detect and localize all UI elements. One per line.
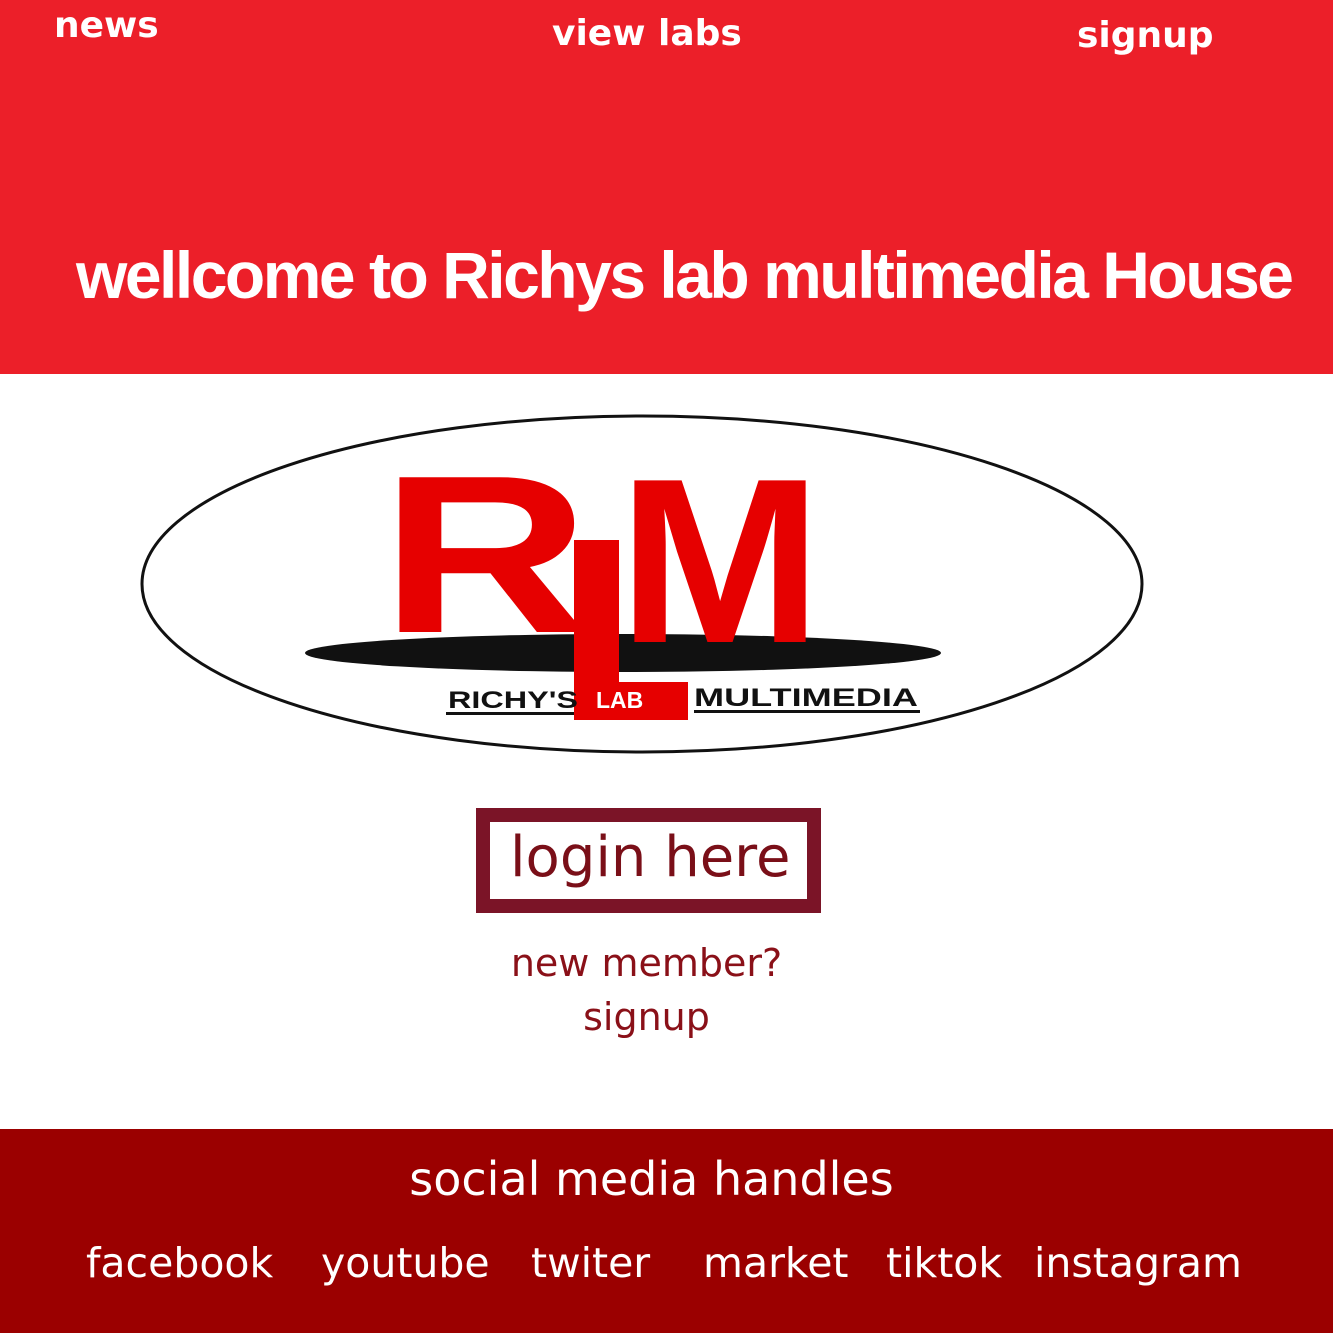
logo-multimedia-underline — [694, 710, 920, 713]
nav-news-link[interactable]: news — [54, 8, 159, 44]
header-banner: news view labs signup wellcome to Richys… — [0, 0, 1333, 374]
logo-richys-text: RICHY'S — [448, 687, 578, 714]
logo-letter-m: M — [618, 429, 822, 692]
signup-link[interactable]: signup — [0, 998, 1293, 1036]
nav-view-labs-link[interactable]: view labs — [552, 16, 742, 52]
social-link-market[interactable]: market — [703, 1243, 849, 1284]
login-button[interactable]: login here — [476, 808, 821, 913]
social-link-facebook[interactable]: facebook — [86, 1243, 273, 1284]
logo-richys-underline — [446, 712, 574, 715]
footer: social media handles facebook youtube tw… — [0, 1129, 1333, 1333]
social-link-twiter[interactable]: twiter — [531, 1243, 650, 1284]
social-link-instagram[interactable]: instagram — [1034, 1243, 1242, 1284]
social-link-tiktok[interactable]: tiktok — [886, 1243, 1002, 1284]
logo-letter-r: R — [380, 428, 590, 680]
new-member-prompt: new member? — [510, 941, 783, 985]
nav-signup-link[interactable]: signup — [1077, 18, 1214, 54]
logo-lab-text: LAB — [596, 687, 643, 713]
welcome-heading: wellcome to Richys lab multimedia House — [76, 238, 1294, 312]
logo-l-stem — [574, 540, 619, 700]
logo-multimedia-text: MULTIMEDIA — [694, 684, 918, 712]
rlm-logo: R M LAB RICHY'S MULTIMEDIA — [140, 414, 1144, 754]
footer-title: social media handles — [409, 1152, 894, 1206]
social-link-youtube[interactable]: youtube — [321, 1243, 490, 1284]
login-button-label: login here — [510, 825, 791, 890]
